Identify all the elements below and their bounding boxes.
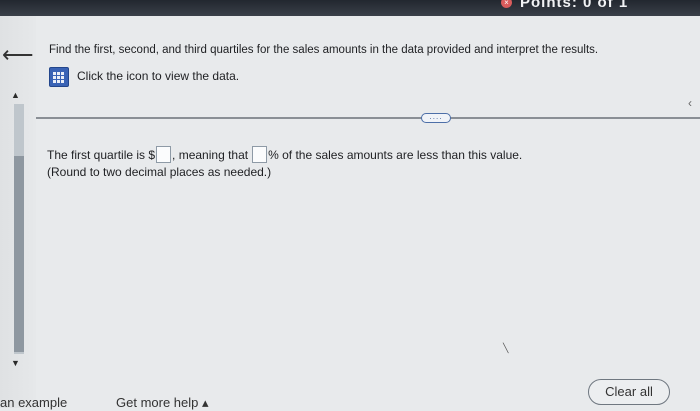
clear-all-button[interactable]: Clear all: [588, 379, 670, 405]
scrollbar-thumb[interactable]: [14, 156, 24, 352]
view-data-link[interactable]: Click the icon to view the data.: [77, 69, 239, 83]
answer-sentence: The first quartile is $ , meaning that %…: [47, 146, 522, 163]
cursor-icon: ╲: [503, 343, 509, 353]
close-icon[interactable]: ×: [501, 0, 512, 8]
answer-text-part2: , meaning that: [172, 147, 249, 162]
top-bar: × Points: 0 of 1: [0, 0, 700, 16]
first-quartile-input[interactable]: [156, 146, 172, 163]
question-text: Find the first, second, and third quarti…: [49, 44, 599, 56]
chevron-left-icon[interactable]: ‹: [688, 96, 692, 110]
percent-input[interactable]: [252, 146, 268, 163]
answer-text-part3: % of the sales amounts are less than thi…: [268, 147, 523, 162]
get-more-help-button[interactable]: Get more help ▴: [116, 395, 209, 411]
back-arrow-icon[interactable]: ⟵: [2, 44, 34, 66]
section-divider: [36, 117, 700, 119]
answer-text-part1: The first quartile is $: [47, 147, 156, 162]
expand-button[interactable]: ....: [421, 113, 451, 123]
scroll-down-icon[interactable]: ▼: [11, 358, 20, 368]
grid-icon-rows: [53, 71, 65, 83]
rounding-note: (Round to two decimal places as needed.): [47, 165, 272, 179]
points-label: Points: 0 of 1: [520, 0, 629, 11]
data-table-icon[interactable]: [49, 67, 69, 87]
scroll-up-icon[interactable]: ▲: [11, 90, 20, 100]
